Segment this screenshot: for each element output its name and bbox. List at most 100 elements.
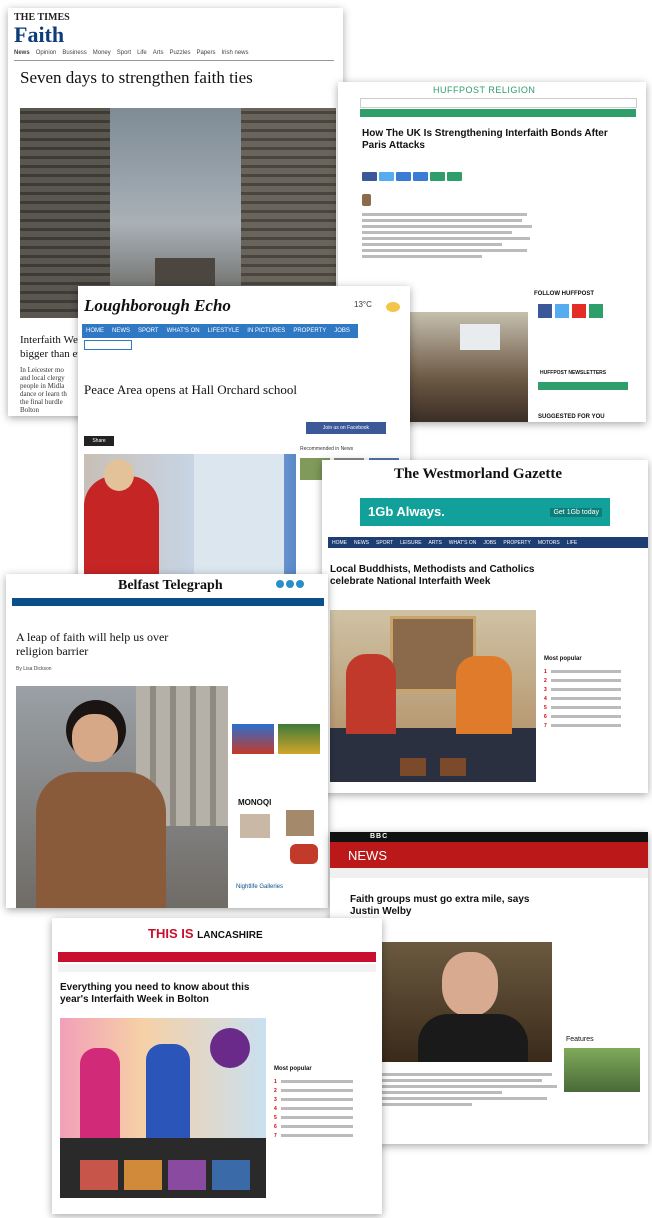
echo-facebook-button[interactable]: Join us on Facebook: [306, 422, 386, 434]
popular-item[interactable]: 1: [544, 669, 640, 675]
ad-cta-button[interactable]: Get 1Gb today: [550, 508, 602, 517]
times-headline: Seven days to strengthen faith ties: [20, 68, 253, 87]
echo-nav-item[interactable]: NEWS: [112, 328, 130, 334]
echo-nav-item[interactable]: LIFESTYLE: [208, 328, 240, 334]
mobile-icon[interactable]: [589, 304, 603, 318]
westmorland-nav-item[interactable]: LIFE: [567, 540, 578, 546]
twitter-icon[interactable]: [555, 304, 569, 318]
popular-item[interactable]: 7: [544, 723, 640, 729]
lancashire-headline: Everything you need to know about this y…: [60, 982, 250, 1005]
westmorland-ad-banner[interactable]: 1Gb Always. Get 1Gb today: [360, 498, 610, 526]
huffpost-nav-bar: [360, 109, 636, 117]
echo-masthead: Loughborough Echo: [84, 296, 231, 315]
bbc-features-thumbnail[interactable]: [564, 1048, 640, 1092]
bbc-subnav: [330, 868, 648, 878]
westmorland-nav-item[interactable]: SPORT: [376, 540, 393, 546]
huffpost-photo-meeting: [408, 312, 528, 422]
youtube-icon[interactable]: [572, 304, 586, 318]
ad-brand-text: 1Gb Always.: [368, 504, 445, 519]
westmorland-nav-item[interactable]: NEWS: [354, 540, 369, 546]
times-nav-item[interactable]: News: [14, 50, 30, 56]
popular-item[interactable]: 2: [274, 1088, 374, 1094]
times-nav-item[interactable]: Business: [62, 50, 86, 56]
popular-item[interactable]: 6: [544, 714, 640, 720]
bbc-photo-archbishop: [382, 942, 552, 1062]
huffpost-search-bar[interactable]: [360, 98, 637, 108]
echo-facebook-label: Join us on Facebook: [322, 425, 370, 431]
echo-nav-item[interactable]: IN PICTURES: [247, 328, 285, 334]
times-nav-item[interactable]: Money: [93, 50, 111, 56]
share-button[interactable]: [396, 172, 411, 181]
bbc-features-label: Features: [566, 1036, 594, 1043]
echo-nav-item[interactable]: HOME: [86, 328, 104, 334]
belfast-photo-woman: [16, 686, 228, 908]
huffpost-follow-icons: [538, 304, 603, 318]
popular-item[interactable]: 2: [544, 678, 640, 684]
westmorland-photo-leaders: [330, 610, 536, 782]
twitter-icon[interactable]: [286, 580, 294, 588]
twitter-share-button[interactable]: [379, 172, 394, 181]
bbc-logo[interactable]: BBC: [370, 833, 388, 840]
share-button[interactable]: [413, 172, 428, 181]
thumbnail-image[interactable]: [232, 724, 274, 754]
times-nav-item[interactable]: Irish news: [221, 50, 248, 56]
times-nav-item[interactable]: Opinion: [36, 50, 57, 56]
times-nav-item[interactable]: Puzzles: [169, 50, 190, 56]
echo-nav-item[interactable]: WHAT'S ON: [167, 328, 200, 334]
times-body-line: the final hurdle: [20, 398, 63, 406]
westmorland-nav-item[interactable]: HOME: [332, 540, 347, 546]
popular-item[interactable]: 5: [544, 705, 640, 711]
facebook-share-button[interactable]: [362, 172, 377, 181]
times-nav-item[interactable]: Life: [137, 50, 147, 56]
bbc-headline: Faith groups must go extra mile, says Ju…: [350, 894, 530, 917]
popular-item[interactable]: 4: [274, 1106, 374, 1112]
bbc-top-bar: BBC: [330, 832, 648, 842]
westmorland-nav-item[interactable]: WHAT'S ON: [449, 540, 477, 546]
lancashire-masthead-a: THIS IS: [148, 926, 194, 941]
huffpost-body-text: [362, 210, 532, 261]
share-icon[interactable]: [296, 580, 304, 588]
echo-recommended-label: Recommended in News: [300, 446, 354, 452]
huffpost-newsletter-subscribe[interactable]: [538, 382, 628, 390]
belfast-headline: A leap of faith will help us over religi…: [16, 630, 169, 658]
echo-search-input[interactable]: [84, 340, 132, 350]
popular-item[interactable]: 3: [544, 687, 640, 693]
times-nav-item[interactable]: Arts: [153, 50, 164, 56]
westmorland-most-popular-label: Most popular: [544, 656, 582, 662]
comment-button[interactable]: [430, 172, 445, 181]
times-nav: News Opinion Business Money Sport Life A…: [14, 50, 249, 56]
popular-item[interactable]: 4: [544, 696, 640, 702]
times-body-line: In Leicester mo: [20, 366, 64, 374]
echo-headline: Peace Area opens at Hall Orchard school: [84, 382, 297, 397]
facebook-icon[interactable]: [538, 304, 552, 318]
echo-share-button[interactable]: Share: [84, 436, 114, 446]
popular-item[interactable]: 6: [274, 1124, 374, 1130]
thumbnail-image[interactable]: [278, 724, 320, 754]
westmorland-nav-item[interactable]: ARTS: [429, 540, 442, 546]
popular-item[interactable]: 5: [274, 1115, 374, 1121]
westmorland-nav-item[interactable]: PROPERTY: [503, 540, 530, 546]
popular-item[interactable]: 7: [274, 1133, 374, 1139]
echo-nav-item[interactable]: PROPERTY: [293, 328, 326, 334]
belfast-ad-brand: MONOQI: [238, 798, 272, 807]
belfast-clipping: Belfast Telegraph A leap of faith will h…: [6, 574, 328, 908]
westmorland-nav-item[interactable]: MOTORS: [538, 540, 560, 546]
huffpost-follow-label: FOLLOW HUFFPOST: [534, 291, 594, 297]
popular-item[interactable]: 3: [274, 1097, 374, 1103]
echo-nav-item[interactable]: SPORT: [138, 328, 159, 334]
times-nav-item[interactable]: Sport: [117, 50, 131, 56]
belfast-masthead: Belfast Telegraph: [118, 578, 223, 593]
westmorland-nav-item[interactable]: LEISURE: [400, 540, 421, 546]
popular-item[interactable]: 1: [274, 1079, 374, 1085]
huffpost-share-buttons: [362, 172, 462, 181]
lancashire-popular-list: 1 2 3 4 5 6 7: [274, 1076, 374, 1142]
lancashire-clipping: THIS IS LANCASHIRE Everything you need t…: [52, 918, 382, 1214]
bbc-news-banner: NEWS: [330, 842, 648, 868]
belfast-gallery-label[interactable]: Nightlife Galleries: [236, 884, 283, 890]
times-nav-item[interactable]: Papers: [196, 50, 215, 56]
echo-temperature: 13°C: [354, 300, 372, 309]
facebook-icon[interactable]: [276, 580, 284, 588]
email-button[interactable]: [447, 172, 462, 181]
westmorland-nav-item[interactable]: JOBS: [483, 540, 496, 546]
echo-nav-item[interactable]: JOBS: [334, 328, 350, 334]
